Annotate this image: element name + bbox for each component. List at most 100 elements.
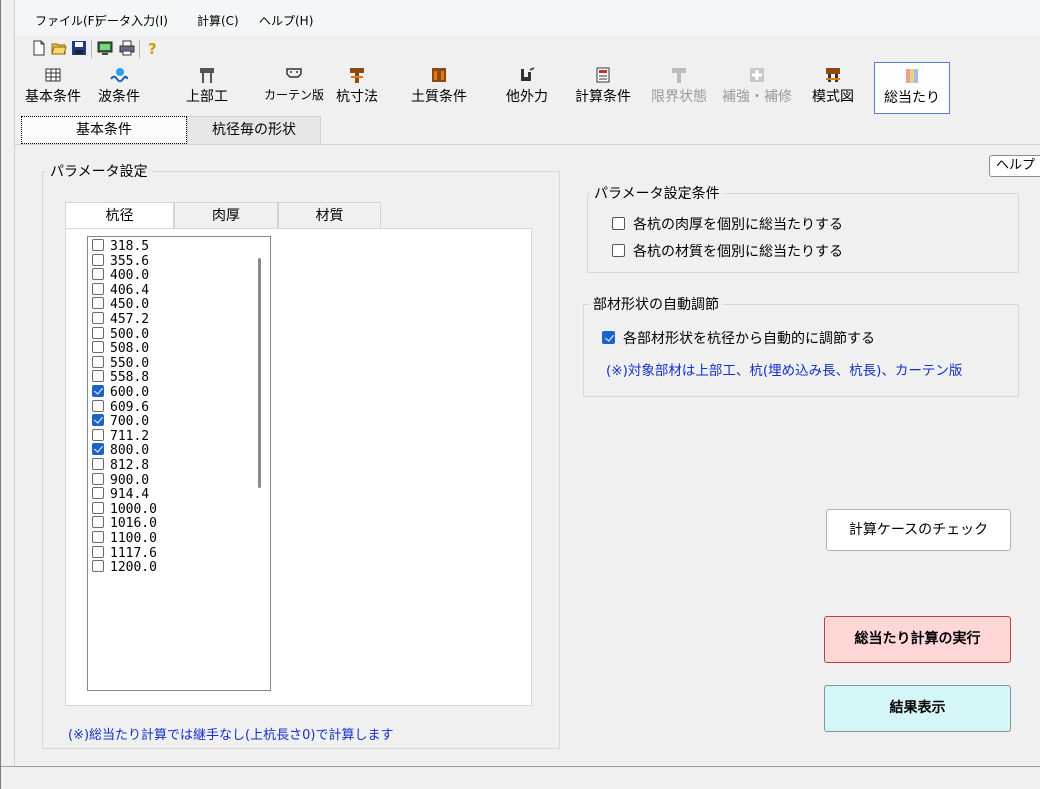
material-individual-checkbox[interactable]	[612, 244, 625, 257]
toolbar-calc-conditions-button[interactable]: 計算条件	[567, 62, 639, 114]
diameter-checkbox[interactable]	[92, 458, 104, 470]
menu-help[interactable]: ヘルプ(H)	[259, 12, 313, 29]
thickness-individual-option[interactable]: 各杭の肉厚を個別に総当たりする	[612, 214, 843, 234]
diameter-value: 1000.0	[110, 501, 157, 517]
diameter-checkbox[interactable]	[92, 239, 104, 251]
diameter-checkbox[interactable]	[92, 428, 104, 441]
toolbar-superstructure-button[interactable]: 上部工	[179, 62, 235, 114]
toolbar-brute-force-button[interactable]: 総当たり	[874, 62, 950, 114]
diameter-list-item[interactable]: 500.0	[92, 326, 149, 342]
diameter-checkbox[interactable]	[92, 560, 104, 573]
diameter-list-item[interactable]: 1000.0	[92, 501, 157, 517]
diameter-checkbox[interactable]	[92, 355, 104, 368]
diameter-list-item[interactable]: 1016.0	[92, 516, 157, 531]
diameter-list-item[interactable]: 609.6	[92, 399, 149, 415]
toolbar-label: 模式図	[812, 89, 854, 105]
material-individual-option[interactable]: 各杭の材質を個別に総当たりする	[612, 241, 843, 261]
toolbar-reinforce-button[interactable]: 補強・補修	[719, 62, 795, 114]
diameter-value: 318.5	[110, 239, 150, 254]
toolbar-other-force-button[interactable]: 他外力	[497, 62, 557, 114]
show-results-button[interactable]: 結果表示	[824, 685, 1011, 732]
check-cases-button[interactable]: 計算ケースのチェック	[826, 509, 1011, 551]
diameter-checkbox[interactable]	[92, 487, 104, 500]
diameter-value: 711.2	[110, 428, 150, 444]
diameter-checkbox[interactable]	[92, 341, 104, 354]
diameter-checkbox[interactable]	[92, 282, 104, 295]
diameter-list-item[interactable]: 508.0	[92, 341, 149, 356]
diameter-list-item[interactable]: 450.0	[92, 297, 149, 312]
diameter-checkbox[interactable]	[92, 385, 104, 397]
list-scrollbar[interactable]	[258, 258, 261, 488]
auto-adjust-option[interactable]: 各部材形状を杭径から自動的に調節する	[602, 328, 875, 348]
diameter-list-item[interactable]: 550.0	[92, 355, 149, 371]
toolbar-curtain-button[interactable]: カーテン版	[261, 62, 327, 114]
toolbar-label: 波条件	[98, 89, 140, 105]
diameter-list-item[interactable]: 406.4	[92, 282, 149, 298]
save-icon[interactable]	[71, 40, 87, 56]
print-icon[interactable]	[119, 40, 135, 56]
diameter-checkbox[interactable]	[92, 326, 104, 339]
diameter-value: 800.0	[110, 443, 150, 459]
diameter-checkbox[interactable]	[92, 501, 104, 514]
diameter-checkbox[interactable]	[92, 531, 104, 543]
menu-calc[interactable]: 計算(C)	[197, 12, 239, 29]
menu-data-input[interactable]: データ入力(I)	[95, 12, 168, 29]
diameter-list-item[interactable]: 700.0	[92, 414, 149, 429]
diameter-list-item[interactable]: 914.4	[92, 487, 149, 502]
diameter-list-item[interactable]: 400.0	[92, 268, 149, 283]
tab-material[interactable]: 材質	[278, 202, 381, 229]
toolbar-label: 計算条件	[575, 89, 631, 105]
toolbar-wave-conditions-button[interactable]: 波条件	[87, 62, 151, 114]
diameter-checklist[interactable]: 318.5 355.6 400.0 406.4 450.0 457.2 500.0 508.0…	[87, 236, 271, 691]
diameter-list-item[interactable]: 355.6	[92, 253, 149, 269]
pile-icon	[350, 68, 364, 83]
diameter-list-item[interactable]: 1100.0	[92, 531, 157, 546]
toolbar-label: 土質条件	[411, 89, 467, 105]
diameter-checkbox[interactable]	[92, 414, 104, 427]
diameter-checkbox[interactable]	[92, 472, 104, 485]
tab-pile-diameter[interactable]: 杭径	[65, 202, 174, 229]
tab-thickness[interactable]: 肉厚	[174, 202, 278, 229]
diameter-list-item[interactable]: 711.2	[92, 428, 150, 444]
menu-file[interactable]: ファイル(F)	[35, 12, 99, 29]
diameter-checkbox[interactable]	[92, 370, 104, 383]
toolbar-pile-size-button[interactable]: 杭寸法	[327, 62, 387, 114]
toolbar-limit-state-button[interactable]: 限界状態	[645, 62, 713, 114]
help-button[interactable]: ヘルプ	[989, 155, 1040, 177]
monitor-icon[interactable]	[97, 40, 113, 56]
help-icon[interactable]: ?	[144, 40, 160, 56]
diameter-checkbox[interactable]	[92, 443, 104, 456]
toolbar-basic-conditions-button[interactable]: 基本条件	[21, 62, 85, 114]
diameter-checkbox[interactable]	[92, 297, 104, 310]
open-icon[interactable]	[51, 40, 67, 56]
diameter-list-item[interactable]: 558.8	[92, 370, 149, 385]
auto-adjust-checkbox[interactable]	[602, 331, 615, 344]
diameter-checkbox[interactable]	[92, 312, 104, 324]
toolbar-soil-conditions-button[interactable]: 土質条件	[403, 62, 475, 114]
diameter-list-item[interactable]: 1200.0	[92, 560, 157, 575]
wave-icon	[110, 68, 128, 83]
toolbar-diagram-button[interactable]: 模式図	[805, 62, 861, 114]
new-icon[interactable]	[31, 40, 47, 56]
diameter-list-item[interactable]: 318.5	[92, 239, 149, 254]
thickness-individual-checkbox[interactable]	[612, 217, 625, 230]
tab-shape-per-diameter[interactable]: 杭径毎の形状	[187, 116, 321, 144]
diameter-list-item[interactable]: 800.0	[92, 443, 149, 458]
diameter-checkbox[interactable]	[92, 399, 104, 412]
parameter-settings-title: パラメータ設定	[46, 161, 152, 181]
diameter-checkbox[interactable]	[92, 268, 104, 281]
tab-basic-conditions[interactable]: 基本条件	[21, 116, 187, 144]
diameter-list-item[interactable]: 457.2	[92, 312, 149, 327]
toolbar-label: 総当たり	[884, 90, 940, 106]
diameter-list-item[interactable]: 900.0	[92, 472, 149, 488]
diameter-checkbox[interactable]	[92, 253, 104, 266]
diameter-list-item[interactable]: 1117.6	[92, 545, 157, 561]
toolbar-separator	[139, 40, 140, 58]
diameter-checkbox[interactable]	[92, 516, 104, 529]
diameter-value: 457.2	[110, 312, 150, 327]
diameter-value: 1117.6	[110, 545, 157, 561]
run-brute-force-button[interactable]: 総当たり計算の実行	[824, 616, 1011, 663]
diameter-list-item[interactable]: 812.8	[92, 458, 149, 473]
diameter-checkbox[interactable]	[92, 545, 104, 558]
diameter-list-item[interactable]: 600.0	[92, 385, 149, 400]
